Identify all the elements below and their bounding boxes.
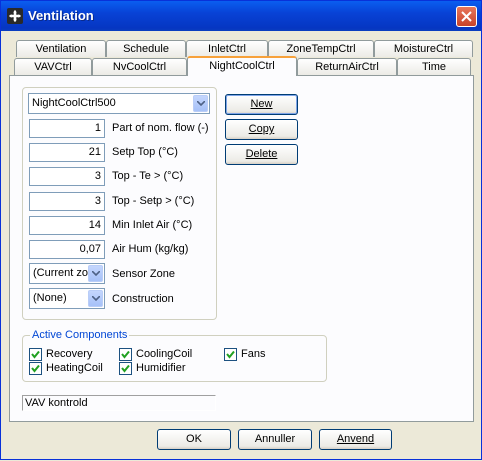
new-button[interactable]: New [225, 94, 298, 115]
min-inlet-air-input[interactable]: 14 [29, 216, 105, 235]
copy-button[interactable]: Copy [225, 119, 298, 140]
sensor-zone-label: Sensor Zone [112, 268, 175, 280]
chevron-down-icon[interactable] [88, 290, 103, 307]
sensor-zone-value: (Current zo [33, 267, 89, 279]
active-components-legend: Active Components [30, 329, 130, 341]
delete-button-label: Delete [245, 148, 278, 160]
chevron-down-icon[interactable] [88, 265, 103, 282]
status-field: VAV kontrold [22, 395, 216, 411]
copy-button-label: Copy [248, 123, 275, 135]
setp-top-label: Setp Top (°C) [112, 146, 178, 158]
air-hum-input[interactable]: 0,07 [29, 240, 105, 259]
coolingcoil-label: CoolingCoil [136, 348, 193, 360]
construction-select[interactable]: (None) [29, 288, 105, 309]
fans-label: Fans [241, 348, 266, 360]
construction-value: (None) [33, 292, 67, 304]
ventilation-window: Ventilation Ventilation Schedule InletCt… [0, 0, 482, 460]
air-hum-label: Air Hum (kg/kg) [112, 243, 189, 255]
recovery-label: Recovery [46, 348, 93, 360]
heatingcoil-label: HeatingCoil [46, 362, 103, 374]
top-te-label: Top - Te > (°C) [112, 170, 184, 182]
humidifier-label: Humidifier [136, 362, 186, 374]
controller-select-value: NightCoolCtrl500 [32, 97, 116, 109]
checkmark-icon [121, 350, 130, 359]
checkmark-icon [226, 350, 235, 359]
top-te-input[interactable]: 3 [29, 167, 105, 186]
chevron-down-icon[interactable] [193, 95, 208, 112]
checkmark-icon [121, 364, 130, 373]
checkmark-icon [31, 350, 40, 359]
construction-label: Construction [112, 293, 174, 305]
delete-button[interactable]: Delete [225, 144, 298, 165]
part-of-nom-flow-input[interactable]: 1 [29, 119, 105, 138]
checkmark-icon [31, 364, 40, 373]
top-setp-label: Top - Setp > (°C) [112, 195, 195, 207]
part-of-nom-flow-label: Part of nom. flow (-) [112, 122, 209, 134]
new-button-label: New [250, 98, 273, 110]
setp-top-input[interactable]: 21 [29, 143, 105, 162]
sensor-zone-select[interactable]: (Current zo [29, 263, 105, 284]
controller-select[interactable]: NightCoolCtrl500 [28, 93, 210, 114]
min-inlet-air-label: Min Inlet Air (°C) [112, 219, 193, 231]
top-setp-input[interactable]: 3 [29, 192, 105, 211]
